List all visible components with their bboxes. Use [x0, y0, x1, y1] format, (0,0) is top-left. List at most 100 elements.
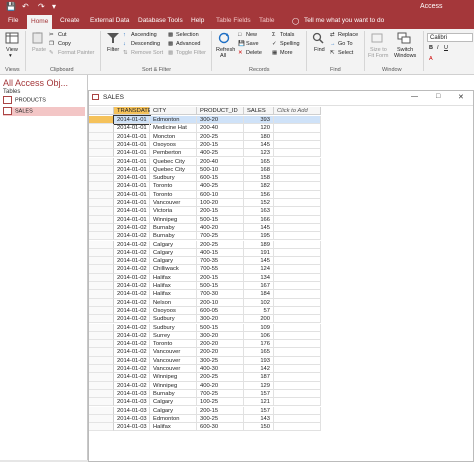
cell-click-to-add[interactable]: [274, 340, 321, 349]
save-record-icon[interactable]: 💾: [238, 41, 245, 47]
row-selector[interactable]: [89, 157, 114, 166]
cell-sales[interactable]: 184: [244, 290, 274, 299]
cell-sales[interactable]: 163: [244, 207, 274, 216]
row-selector[interactable]: [89, 165, 114, 175]
spelling-icon[interactable]: ✓: [272, 41, 277, 47]
cell-product-id[interactable]: 200-15: [197, 406, 244, 415]
cell-sales[interactable]: 145: [244, 140, 274, 150]
cell-click-to-add[interactable]: [274, 414, 321, 424]
row-selector[interactable]: [89, 215, 114, 224]
more-icon[interactable]: ▦: [272, 50, 277, 56]
row-selector[interactable]: [89, 373, 114, 382]
filter-icon[interactable]: [106, 32, 120, 44]
cell-click-to-add[interactable]: [274, 323, 321, 332]
cell-click-to-add[interactable]: [274, 290, 321, 299]
cell-click-to-add[interactable]: [274, 157, 321, 166]
cell-transdate[interactable]: 2014-01-02: [114, 265, 150, 274]
cell-product-id[interactable]: 200-15: [197, 273, 244, 282]
cell-sales[interactable]: 156: [244, 190, 274, 199]
cell-sales[interactable]: 150: [244, 423, 274, 432]
cell-city[interactable]: Calgary: [150, 257, 197, 266]
cell-sales[interactable]: 166: [244, 215, 274, 224]
cell-click-to-add[interactable]: [274, 207, 321, 216]
cell-product-id[interactable]: 200-15: [197, 140, 244, 150]
row-selector[interactable]: [89, 116, 114, 125]
cell-click-to-add[interactable]: [274, 257, 321, 266]
cell-sales[interactable]: 123: [244, 149, 274, 158]
toggle-filter-icon[interactable]: ▩: [168, 50, 173, 56]
cell-transdate[interactable]: 2014-01-02: [114, 348, 150, 357]
cell-click-to-add[interactable]: [274, 365, 321, 374]
cell-click-to-add[interactable]: [274, 282, 321, 291]
cell-transdate[interactable]: 2014-01-01: [114, 124, 150, 133]
cell-city[interactable]: Sudbury: [150, 323, 197, 332]
nav-pane-title[interactable]: All Access Obj...: [3, 78, 68, 88]
cell-product-id[interactable]: 700-25: [197, 232, 244, 241]
select-all-corner[interactable]: [89, 107, 114, 115]
replace-button[interactable]: Replace: [338, 32, 358, 38]
cell-product-id[interactable]: 200-40: [197, 124, 244, 133]
cell-sales[interactable]: 106: [244, 331, 274, 341]
cell-city[interactable]: Nelson: [150, 298, 197, 307]
copy-button[interactable]: Copy: [58, 41, 71, 47]
tab-help[interactable]: Help: [191, 17, 204, 24]
selection-button[interactable]: Selection: [176, 32, 199, 38]
sort-descending-icon[interactable]: ↓: [123, 41, 126, 47]
cell-product-id[interactable]: 600-10: [197, 190, 244, 199]
replace-icon[interactable]: ⇄: [330, 32, 335, 38]
cell-click-to-add[interactable]: [274, 398, 321, 407]
cell-product-id[interactable]: 200-20: [197, 348, 244, 357]
column-header-sales[interactable]: SALES: [244, 107, 274, 115]
cell-city[interactable]: Calgary: [150, 248, 197, 258]
cell-product-id[interactable]: 700-25: [197, 389, 244, 399]
switch-windows-icon[interactable]: [397, 32, 411, 44]
cell-transdate[interactable]: 2014-01-01: [114, 174, 150, 183]
cell-city[interactable]: Vancouver: [150, 348, 197, 357]
cell-sales[interactable]: 57: [244, 306, 274, 316]
cell-product-id[interactable]: 700-30: [197, 290, 244, 299]
cell-product-id[interactable]: 400-20: [197, 381, 244, 390]
cell-city[interactable]: Calgary: [150, 398, 197, 407]
cell-sales[interactable]: 193: [244, 356, 274, 365]
cell-sales[interactable]: 142: [244, 365, 274, 374]
cell-city[interactable]: Victoria: [150, 207, 197, 216]
cell-click-to-add[interactable]: [274, 248, 321, 258]
cell-product-id[interactable]: 200-25: [197, 132, 244, 141]
row-selector[interactable]: [89, 389, 114, 399]
cell-transdate[interactable]: 2014-01-02: [114, 232, 150, 241]
advanced-button[interactable]: Advanced: [176, 41, 200, 47]
cell-sales[interactable]: 157: [244, 389, 274, 399]
cell-sales[interactable]: 124: [244, 265, 274, 274]
row-selector[interactable]: [89, 240, 114, 249]
cell-product-id[interactable]: 400-25: [197, 149, 244, 158]
cell-click-to-add[interactable]: [274, 149, 321, 158]
refresh-icon[interactable]: [217, 32, 231, 44]
cell-transdate[interactable]: 2014-01-01: [114, 207, 150, 216]
cell-city[interactable]: Toronto: [150, 182, 197, 191]
column-header-product-id[interactable]: PRODUCT_ID: [197, 107, 244, 115]
cell-transdate[interactable]: 2014-01-01: [114, 182, 150, 191]
row-selector[interactable]: [89, 290, 114, 299]
cell-city[interactable]: Burnaby: [150, 232, 197, 241]
cell-product-id[interactable]: 400-15: [197, 248, 244, 258]
chevron-down-icon[interactable]: ▾: [9, 53, 12, 59]
cell-sales[interactable]: 121: [244, 398, 274, 407]
cell-product-id[interactable]: 300-20: [197, 331, 244, 341]
cell-click-to-add[interactable]: [274, 232, 321, 241]
cell-sales[interactable]: 102: [244, 298, 274, 307]
totals-button[interactable]: Totals: [280, 32, 294, 38]
goto-icon[interactable]: →: [330, 41, 336, 47]
cell-product-id[interactable]: 400-30: [197, 365, 244, 374]
cell-city[interactable]: Osoyoos: [150, 140, 197, 150]
undo-icon[interactable]: ↶: [22, 2, 29, 11]
row-selector[interactable]: [89, 340, 114, 349]
cell-transdate[interactable]: 2014-01-01: [114, 149, 150, 158]
cell-product-id[interactable]: 200-20: [197, 340, 244, 349]
row-selector[interactable]: [89, 398, 114, 407]
close-icon[interactable]: ✕: [458, 93, 464, 101]
more-button[interactable]: More: [280, 50, 293, 56]
cell-city[interactable]: Burnaby: [150, 389, 197, 399]
cell-sales[interactable]: 187: [244, 373, 274, 382]
cell-click-to-add[interactable]: [274, 298, 321, 307]
cell-product-id[interactable]: 400-20: [197, 223, 244, 233]
